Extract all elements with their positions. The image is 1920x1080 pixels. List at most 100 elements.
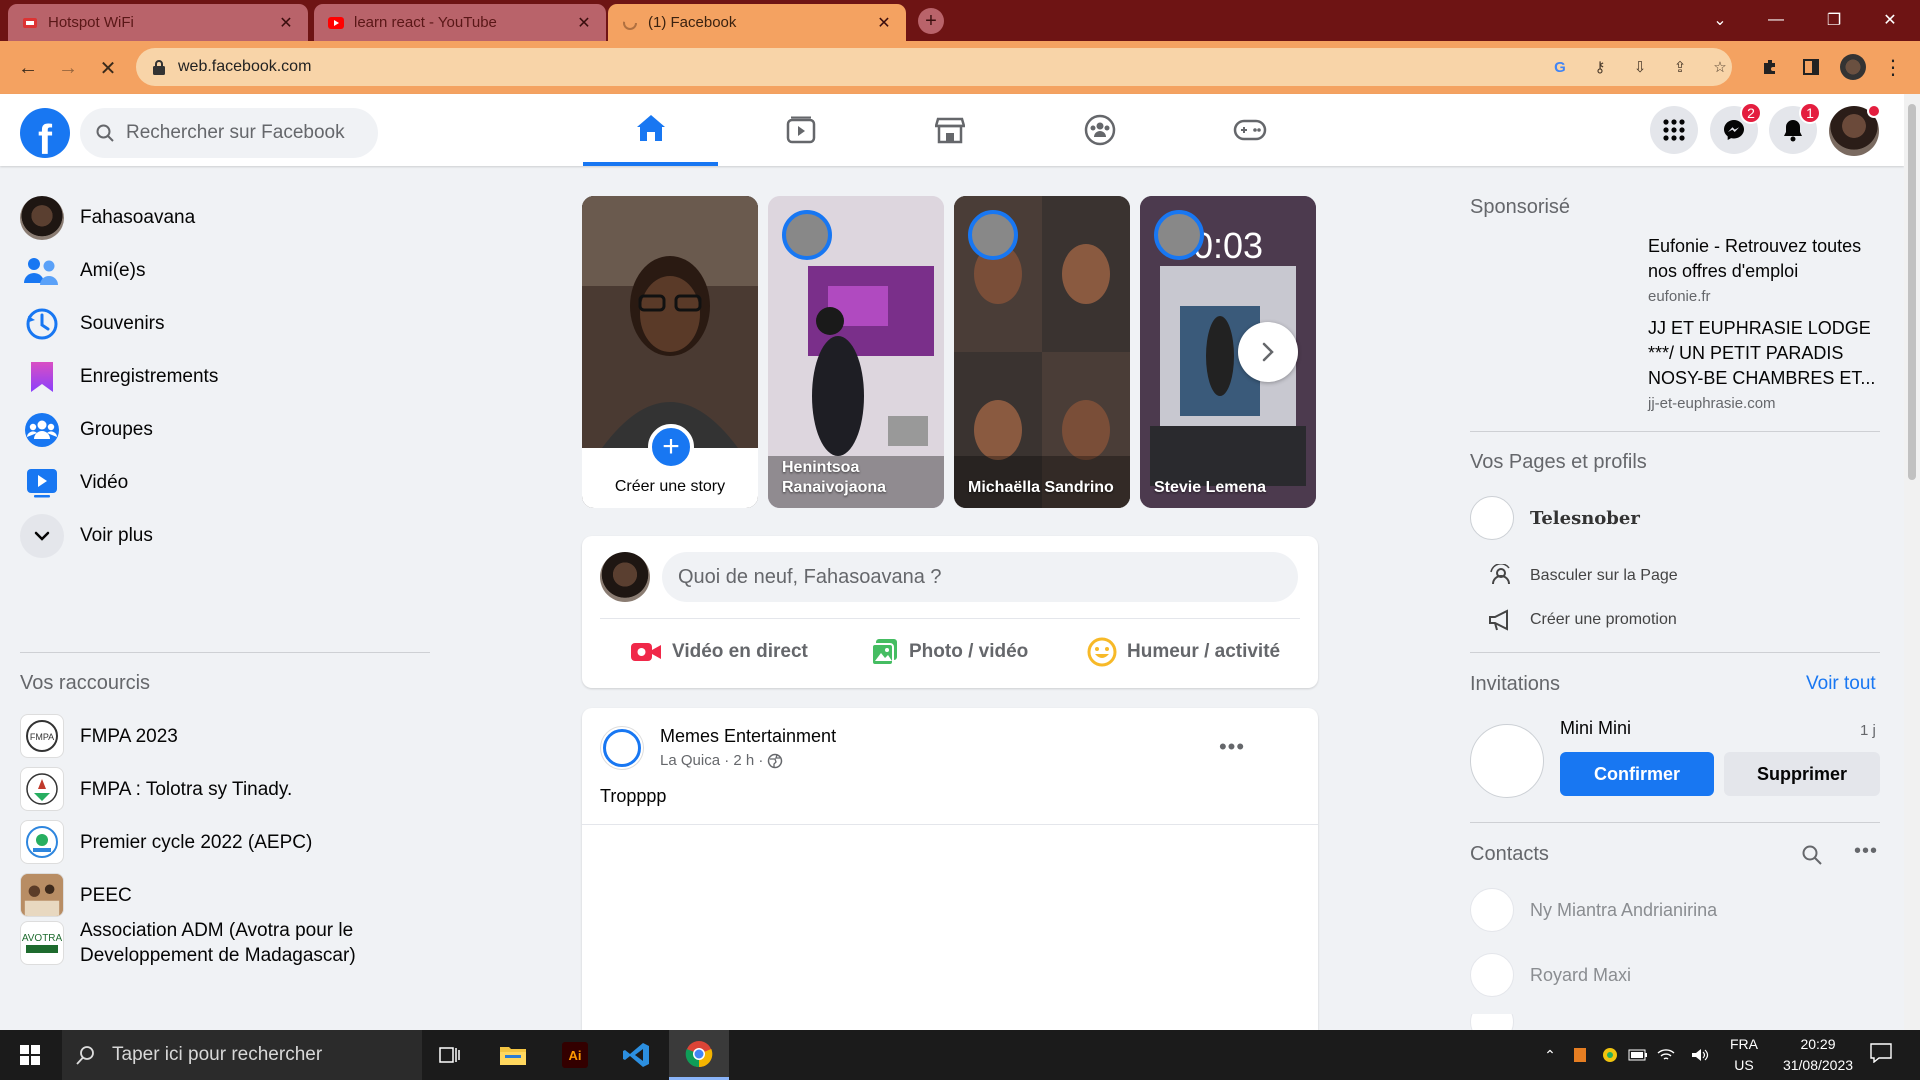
shortcut-item[interactable]: Premier cycle 2022 (AEPC) <box>8 820 428 864</box>
taskbar-search[interactable]: Taper ici pour rechercher <box>62 1030 422 1080</box>
page-item[interactable]: Telesnober <box>1470 496 1640 540</box>
contact-item[interactable]: Royard Maxi <box>1470 953 1631 997</box>
sidebar-item-video[interactable]: Vidéo <box>8 453 428 513</box>
tray-app-icon[interactable] <box>1568 1044 1592 1066</box>
file-explorer-icon[interactable] <box>483 1030 543 1080</box>
close-icon[interactable]: ✕ <box>276 13 296 33</box>
tray-app-icon[interactable] <box>1598 1044 1622 1066</box>
contact-item[interactable]: Ny Miantra Andrianirina <box>1470 888 1717 932</box>
delete-button[interactable]: Supprimer <box>1724 752 1880 796</box>
share-icon[interactable]: ⇪ <box>1670 57 1690 77</box>
sidebar-item-saved[interactable]: Enregistrements <box>8 347 428 407</box>
story-card[interactable]: Michaëlla Sandrino <box>954 196 1130 508</box>
tab-marketplace[interactable] <box>882 94 1017 166</box>
clock[interactable]: 20:29 31/08/2023 <box>1768 1034 1868 1076</box>
tab-search-chevron-icon[interactable]: ⌄ <box>1700 6 1740 34</box>
sidebar-item-groups[interactable]: Groupes <box>8 400 428 460</box>
bookmark-star-icon[interactable]: ☆ <box>1710 57 1730 77</box>
back-button[interactable]: ← <box>14 54 42 82</box>
close-window-button[interactable]: ✕ <box>1870 6 1910 34</box>
feeling-activity-button[interactable]: Humeur / activité <box>1087 628 1280 676</box>
invite-avatar[interactable] <box>1470 724 1544 798</box>
browser-tab-hotspot[interactable]: Hotspot WiFi ✕ <box>8 4 308 41</box>
menu-grid-button[interactable] <box>1650 106 1698 154</box>
chevron-up-icon[interactable]: ⌃ <box>1538 1044 1562 1066</box>
post-author-name[interactable]: Memes Entertainment <box>660 726 836 747</box>
see-all-link[interactable]: Voir tout <box>1806 673 1876 695</box>
wifi-icon[interactable] <box>1654 1044 1678 1066</box>
facebook-search[interactable] <box>80 108 378 158</box>
ad-item[interactable]: Eufonie - Retrouvez toutes nos offres d'… <box>1648 234 1884 305</box>
composer-input[interactable]: Quoi de neuf, Fahasoavana ? <box>662 552 1298 602</box>
tab-watch[interactable] <box>733 94 868 166</box>
switch-to-page-button[interactable]: Basculer sur la Page <box>1488 564 1678 588</box>
browser-tab-youtube[interactable]: learn react - YouTube ✕ <box>314 4 606 41</box>
extensions-icon[interactable] <box>1758 54 1784 80</box>
shortcut-item[interactable]: FMPA FMPA 2023 <box>8 714 428 758</box>
contact-avatar <box>1470 888 1514 932</box>
stop-loading-button[interactable]: ✕ <box>94 54 122 82</box>
invite-name[interactable]: Mini Mini <box>1560 718 1631 739</box>
tab-title: Hotspot WiFi <box>48 14 134 31</box>
side-panel-icon[interactable] <box>1798 54 1824 80</box>
more-options-icon[interactable]: ••• <box>1854 840 1878 863</box>
sidebar-item-friends[interactable]: Ami(e)s <box>8 241 428 301</box>
omnibox[interactable]: web.facebook.com G ⚷ ⇩ ⇪ ☆ <box>136 48 1732 86</box>
search-icon[interactable] <box>1802 845 1822 870</box>
restore-button[interactable]: ❐ <box>1814 6 1854 34</box>
contacts-heading: Contacts <box>1470 843 1549 865</box>
shortcut-label: PEEC <box>80 884 132 906</box>
shortcuts-heading: Vos raccourcis <box>20 672 151 694</box>
messenger-button[interactable]: 2 <box>1710 102 1762 154</box>
shortcut-item[interactable]: PEEC <box>8 873 428 917</box>
post-author-avatar[interactable] <box>600 726 644 770</box>
battery-icon[interactable] <box>1626 1044 1650 1066</box>
task-view-icon[interactable] <box>420 1030 480 1080</box>
tab-groups[interactable] <box>1032 94 1167 166</box>
stories-next-button[interactable] <box>1238 322 1298 382</box>
vscode-icon[interactable] <box>607 1030 667 1080</box>
plus-icon[interactable]: + <box>648 424 694 470</box>
sidebar-item-memories[interactable]: Souvenirs <box>8 294 428 354</box>
facebook-logo-icon[interactable]: f <box>20 108 70 158</box>
tab-home[interactable] <box>583 94 718 166</box>
shortcut-item[interactable]: FMPA : Tolotra sy Tinady. <box>8 767 428 811</box>
tab-gaming[interactable] <box>1182 94 1317 166</box>
create-promotion-button[interactable]: Créer une promotion <box>1488 608 1677 632</box>
new-tab-button[interactable]: + <box>918 8 944 34</box>
menu-kebab-icon[interactable]: ⋮ <box>1880 54 1906 80</box>
minimize-button[interactable]: — <box>1756 6 1796 34</box>
ad-item[interactable]: JJ ET EUPHRASIE LODGE ***/ UN PETIT PARA… <box>1648 316 1884 412</box>
sidebar-item-see-more[interactable]: Voir plus <box>8 506 428 566</box>
key-icon[interactable]: ⚷ <box>1590 57 1610 77</box>
illustrator-icon[interactable]: Ai <box>545 1030 605 1080</box>
action-label: Photo / vidéo <box>909 641 1029 662</box>
volume-icon[interactable] <box>1688 1044 1712 1066</box>
notification-center-icon[interactable] <box>1866 1042 1896 1064</box>
live-video-button[interactable]: Vidéo en direct <box>630 628 808 676</box>
chrome-icon[interactable] <box>669 1030 729 1080</box>
story-card[interactable]: Henintsoa Ranaivojaona <box>768 196 944 508</box>
photo-video-button[interactable]: Photo / vidéo <box>871 628 1028 676</box>
page-scrollbar[interactable] <box>1904 94 1920 1030</box>
notifications-button[interactable]: 1 <box>1769 102 1821 154</box>
account-avatar[interactable] <box>1829 104 1881 156</box>
sidebar-item-profile[interactable]: Fahasoavana <box>8 188 428 248</box>
confirm-button[interactable]: Confirmer <box>1560 752 1714 796</box>
scrollbar-thumb[interactable] <box>1908 104 1916 480</box>
more-options-icon[interactable]: ••• <box>1214 732 1250 762</box>
avatar[interactable] <box>600 552 650 602</box>
search-input[interactable] <box>126 122 346 144</box>
shortcut-item[interactable]: AVOTRA Association ADM (Avotra pour le D… <box>8 918 428 968</box>
forward-button[interactable]: → <box>54 54 82 82</box>
windows-start-icon[interactable] <box>0 1030 60 1080</box>
language-indicator[interactable]: FRA US <box>1724 1034 1764 1076</box>
close-icon[interactable]: ✕ <box>874 13 894 33</box>
profile-avatar[interactable] <box>1840 54 1866 80</box>
google-icon[interactable]: G <box>1550 57 1570 77</box>
close-icon[interactable]: ✕ <box>574 13 594 33</box>
create-story-card[interactable]: + Créer une story <box>582 196 758 508</box>
contact-item[interactable] <box>1470 1014 1530 1030</box>
browser-tab-facebook[interactable]: (1) Facebook ✕ <box>608 4 906 41</box>
install-icon[interactable]: ⇩ <box>1630 57 1650 77</box>
